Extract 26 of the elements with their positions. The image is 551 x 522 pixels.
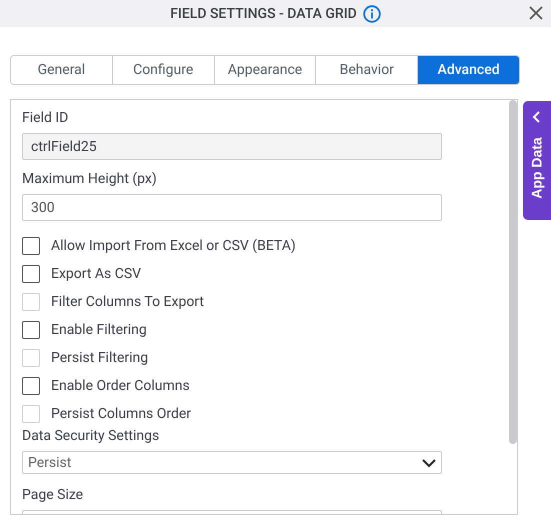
tab[interactable]: General [11,56,113,84]
checkbox[interactable] [22,237,40,255]
text-field[interactable]: 300 [22,194,442,221]
field-label: Field ID [22,110,70,127]
info-icon[interactable] [362,4,381,22]
checkbox-label: Persist Filtering [51,350,148,366]
field-label: Data Security Settings [22,428,160,445]
close-icon[interactable] [529,6,543,20]
tab[interactable]: Advanced [418,56,519,84]
field-label: Page Size [22,487,84,504]
scrollbar[interactable] [509,100,517,444]
chevron-down-icon [422,458,436,468]
checkbox-label: Enable Order Columns [51,378,190,394]
checkbox-label: Enable Filtering [51,322,147,338]
checkbox[interactable] [22,265,40,283]
checkbox[interactable] [22,321,40,339]
window-title: FIELD SETTINGS - DATA GRID [170,6,357,22]
checkbox-label: Persist Columns Order [51,406,192,422]
side-tab[interactable]: App Data [523,101,551,220]
chevron-left-icon [532,111,542,123]
dropdown[interactable]: Persist [22,451,442,474]
checkbox[interactable] [22,377,40,395]
checkbox-label: Filter Columns To Export [51,294,204,310]
checkbox-label: Export As CSV [51,266,142,282]
checkbox-label: Allow Import From Excel or CSV (BETA) [51,238,296,254]
field-label: Maximum Height (px) [22,171,158,188]
